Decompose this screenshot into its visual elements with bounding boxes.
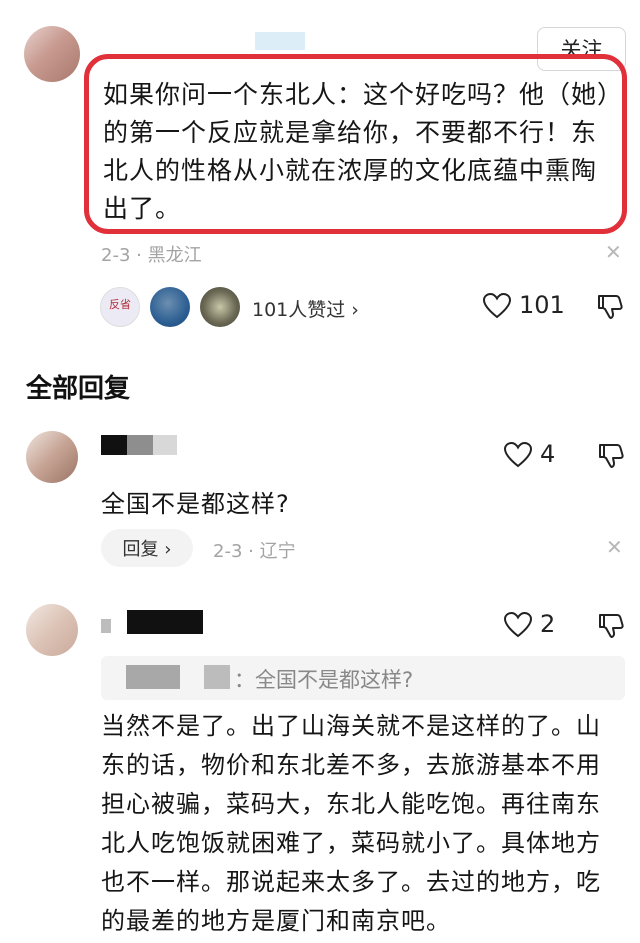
section-title: 全部回复	[26, 374, 131, 404]
like-count: 101	[519, 291, 565, 319]
likers-summary-link[interactable]: 101人赞过 ›	[252, 295, 359, 322]
dislike-icon[interactable]	[597, 441, 625, 469]
username-redacted	[101, 435, 127, 455]
avatar[interactable]	[26, 431, 78, 483]
username-redacted	[204, 665, 230, 689]
avatar[interactable]	[26, 604, 78, 656]
avatar[interactable]	[24, 26, 80, 82]
liker-avatar[interactable]	[200, 287, 240, 327]
like-count: 4	[540, 440, 556, 468]
username-redacted	[127, 610, 203, 634]
username-redacted	[101, 619, 111, 633]
close-icon[interactable]: ✕	[606, 537, 623, 557]
reply-date-location: 2-3 · 辽宁	[213, 541, 296, 562]
reply-text: 当然不是了。出了山海关就不是这样的了。山东的话，物价和东北差不多，去旅游基本不用…	[101, 712, 601, 935]
liker-avatar[interactable]: 反省	[100, 287, 140, 327]
close-icon[interactable]: ✕	[605, 242, 622, 262]
dislike-icon[interactable]	[597, 611, 625, 639]
comment-text: 如果你问一个东北人：这个好吃吗？他（她）的第一个反应就是拿给你，不要都不行！东北…	[103, 80, 611, 223]
quoted-text: ：全国不是都这样?	[234, 668, 414, 692]
username-redacted	[126, 665, 180, 689]
liker-avatar-badge: 反省	[109, 298, 131, 311]
heart-icon[interactable]	[504, 442, 532, 468]
heart-icon[interactable]	[483, 293, 511, 319]
username-redacted	[255, 32, 305, 50]
like-count: 2	[540, 610, 556, 638]
liker-avatar[interactable]	[150, 287, 190, 327]
comment-date-location: 2-3 · 黑龙江	[101, 245, 202, 266]
heart-icon[interactable]	[504, 612, 532, 638]
username-redacted	[153, 435, 177, 455]
reply-text: 全国不是都这样?	[101, 490, 290, 518]
dislike-icon[interactable]	[596, 292, 624, 320]
reply-button[interactable]: 回复 ›	[101, 529, 193, 567]
username-redacted	[127, 435, 153, 455]
